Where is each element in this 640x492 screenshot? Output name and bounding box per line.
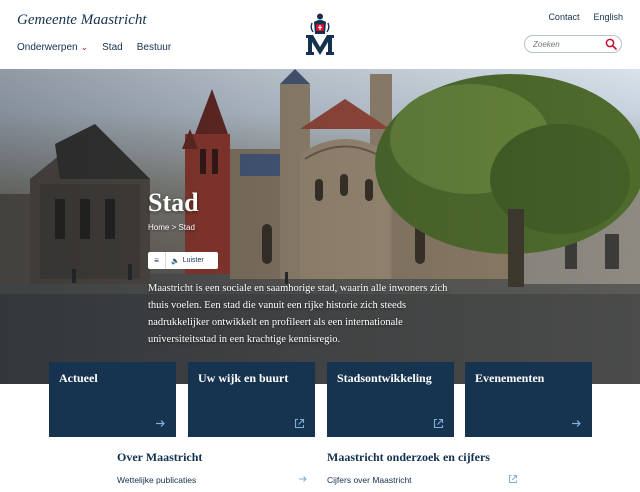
tile-evenementen[interactable]: Evenementen (465, 362, 592, 437)
main-nav: Onderwerpen ⌄ Stad Bestuur (17, 42, 171, 53)
english-link[interactable]: English (593, 12, 623, 22)
chevron-down-icon: ⌄ (80, 42, 89, 52)
brand-name[interactable]: Gemeente Maastricht (17, 12, 147, 29)
tile-title: Stadsontwikkeling (337, 371, 432, 385)
section-heading-onderzoek: Maastricht onderzoek en cijfers (327, 450, 490, 464)
arrow-right-icon[interactable] (298, 474, 308, 484)
tile-uw-wijk-en-buurt[interactable]: Uw wijk en buurt (188, 362, 315, 437)
page-title: Stad (148, 188, 199, 217)
tile-actueel[interactable]: Actueel (49, 362, 176, 437)
contact-link[interactable]: Contact (548, 12, 579, 22)
tile-title: Uw wijk en buurt (198, 371, 289, 385)
tile-title: Actueel (59, 371, 98, 385)
nav-item-label: Stad (102, 42, 123, 53)
speaker-icon: 🔈 (171, 257, 180, 265)
nav-item-stad[interactable]: Stad (102, 42, 123, 53)
link-cijfers-over-maastricht[interactable]: Cijfers over Maastricht (327, 475, 412, 485)
search-icon[interactable] (605, 38, 617, 50)
link-wettelijke-publicaties[interactable]: Wettelijke publicaties (117, 475, 196, 485)
arrow-right-icon (572, 420, 581, 427)
arrow-right-icon (156, 420, 165, 427)
site-header: Gemeente Maastricht Onderwerpen ⌄ Stad B… (0, 0, 640, 69)
nav-item-label: Onderwerpen (17, 42, 78, 53)
nav-item-label: Bestuur (136, 42, 172, 53)
section-heading-over-maastricht: Over Maastricht (117, 450, 203, 464)
nav-item-bestuur[interactable]: Bestuur (137, 42, 171, 53)
top-links: Contact English (548, 12, 623, 22)
external-link-icon (294, 418, 305, 429)
intro-text: Maastricht is een sociale en saamhorige … (148, 283, 448, 345)
search-box (524, 35, 622, 53)
nav-item-onderwerpen[interactable]: Onderwerpen ⌄ (17, 42, 88, 53)
tile-title: Evenementen (475, 371, 545, 385)
listen-control[interactable]: 🔈 Luister (166, 257, 204, 265)
listen-button[interactable]: ≡ 🔈 Luister (148, 252, 218, 269)
search-input[interactable] (533, 38, 603, 51)
listen-label: Luister (182, 257, 204, 264)
menu-icon[interactable]: ≡ (148, 252, 166, 269)
external-link-icon (433, 418, 444, 429)
hero-banner: Stad Home > Stad ≡ 🔈 Luister Maastricht … (0, 69, 640, 384)
tile-stadsontwikkeling[interactable]: Stadsontwikkeling (327, 362, 454, 437)
breadcrumb[interactable]: Home > Stad (148, 223, 195, 232)
maastricht-crest-icon[interactable] (304, 12, 336, 56)
external-link-icon[interactable] (508, 474, 518, 484)
